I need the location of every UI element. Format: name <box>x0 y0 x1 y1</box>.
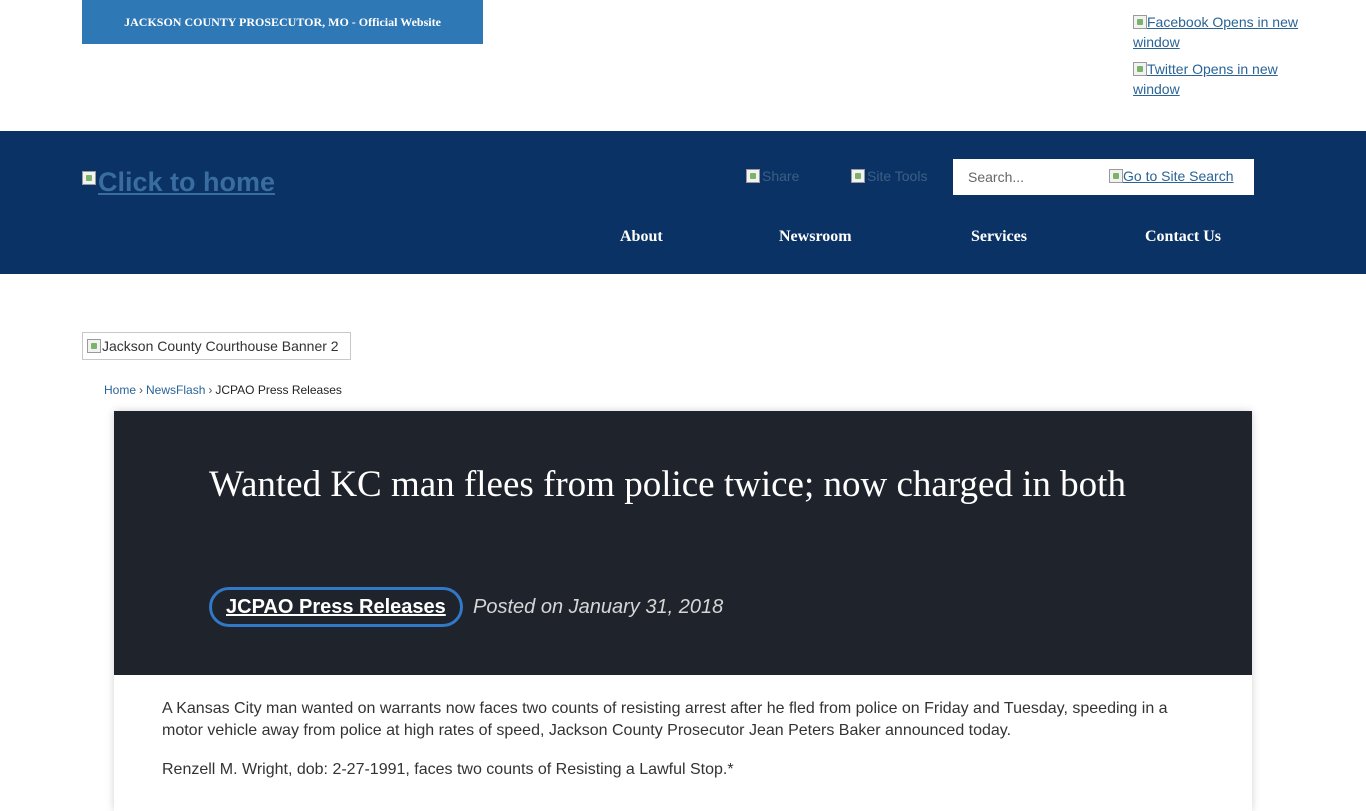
site-tools-label: Site Tools <box>867 168 928 184</box>
social-links: Facebook Opens in new window Twitter Ope… <box>1133 12 1303 106</box>
nav-about[interactable]: About <box>620 228 663 246</box>
category-tag-button[interactable]: JCPAO Press Releases <box>209 587 463 627</box>
article-body: A Kansas City man wanted on warrants now… <box>114 675 1252 811</box>
twitter-link-text: Twitter Opens in new window <box>1133 61 1278 97</box>
search-submit-button[interactable]: Go to Site Search <box>1109 168 1234 184</box>
search-submit-label: Go to Site Search <box>1123 168 1234 184</box>
posted-date: Posted on January 31, 2018 <box>473 596 724 618</box>
nav-newsroom[interactable]: Newsroom <box>779 228 852 246</box>
facebook-icon <box>1133 15 1147 29</box>
home-logo-link[interactable]: Click to home <box>82 167 275 198</box>
twitter-link[interactable]: Twitter Opens in new window <box>1133 59 1303 99</box>
logo-image-icon <box>82 171 96 185</box>
nav-services[interactable]: Services <box>971 228 1027 246</box>
share-icon <box>746 169 760 183</box>
article-paragraph: Renzell M. Wright, dob: 2-27-1991, faces… <box>162 761 734 778</box>
site-search: Go to Site Search <box>953 159 1254 195</box>
breadcrumb-separator-icon: › <box>208 383 213 397</box>
banner-image-icon <box>87 339 101 353</box>
search-input[interactable] <box>953 159 1103 195</box>
nav-contact-us[interactable]: Contact Us <box>1145 228 1221 246</box>
article-header: Wanted KC man flees from police twice; n… <box>114 411 1252 675</box>
courthouse-banner-image: Jackson County Courthouse Banner 2 <box>82 332 351 360</box>
share-button[interactable]: Share <box>746 168 799 184</box>
article-title: Wanted KC man flees from police twice; n… <box>209 464 1126 505</box>
twitter-icon <box>1133 62 1147 76</box>
banner-alt-text: Jackson County Courthouse Banner 2 <box>102 338 339 354</box>
breadcrumb-home[interactable]: Home <box>104 383 136 397</box>
share-label: Share <box>762 168 800 184</box>
breadcrumb-newsflash[interactable]: NewsFlash <box>146 383 205 397</box>
article-card: Wanted KC man flees from police twice; n… <box>114 411 1252 811</box>
official-website-text: JACKSON COUNTY PROSECUTOR, MO - Official… <box>124 14 441 29</box>
site-header: Click to home Share Site Tools Go to Sit… <box>0 131 1366 274</box>
article-paragraph: A Kansas City man wanted on warrants now… <box>162 700 1168 739</box>
facebook-link-text: Facebook Opens in new window <box>1133 14 1298 50</box>
breadcrumb-current: JCPAO Press Releases <box>215 383 342 397</box>
site-tools-button[interactable]: Site Tools <box>851 168 927 184</box>
home-link-text: Click to home <box>98 167 276 197</box>
official-website-bar: JACKSON COUNTY PROSECUTOR, MO - Official… <box>82 0 483 44</box>
breadcrumb: Home › NewsFlash › JCPAO Press Releases <box>104 383 342 397</box>
site-tools-icon <box>851 169 865 183</box>
search-icon <box>1109 169 1123 183</box>
breadcrumb-separator-icon: › <box>139 383 144 397</box>
facebook-link[interactable]: Facebook Opens in new window <box>1133 12 1303 52</box>
